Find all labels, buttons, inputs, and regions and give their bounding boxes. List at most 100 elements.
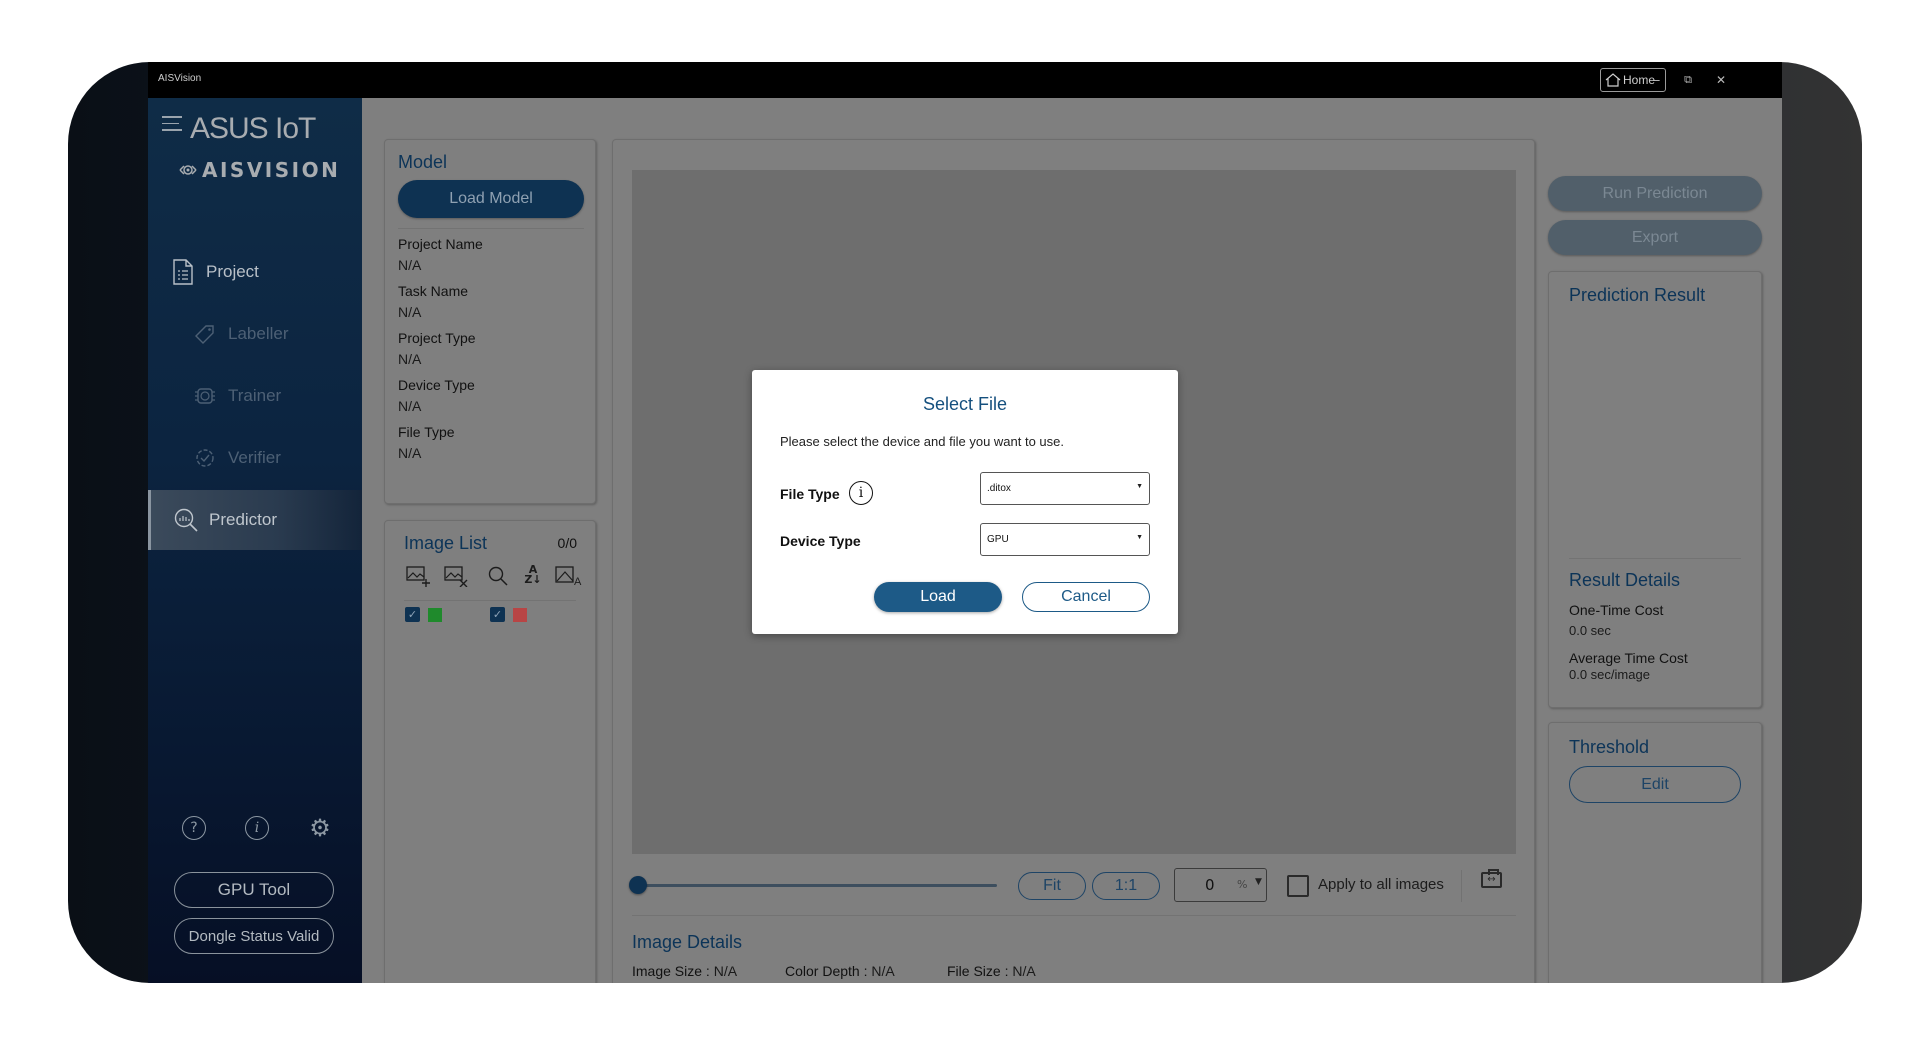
image-count: 0/0 (557, 535, 577, 551)
image-list-panel: Image List 0/0 A Z↓ A ✓ ✓ (384, 520, 596, 983)
threshold-panel: Threshold Edit (1548, 722, 1762, 983)
file-type-value: N/A (398, 445, 422, 461)
filter-checkbox-green[interactable]: ✓ (405, 607, 420, 622)
titlebar: AISVision Home – ⧉ ✕ (148, 62, 1782, 98)
sidebar-item-label: Project (206, 262, 259, 281)
sidebar-item-verifier[interactable]: Verifier (148, 428, 362, 488)
remove-image-icon[interactable] (443, 565, 469, 592)
sidebar-item-labeller[interactable]: Labeller (148, 304, 362, 364)
divider (632, 915, 1516, 916)
gear-check-icon (192, 445, 218, 471)
avg-time-cost-label: Average Time Cost (1569, 650, 1688, 666)
color-depth-label: Color Depth (785, 963, 860, 979)
device-type-select[interactable]: GPU ▼ (980, 523, 1150, 556)
image-label-icon[interactable]: A (555, 565, 582, 592)
device-type-label: Device Type (780, 533, 861, 549)
zoom-percent-select[interactable]: 0 % ▼ (1174, 868, 1267, 902)
zoom-value: 0 (1205, 876, 1215, 894)
export-button[interactable]: Export (1548, 220, 1762, 255)
apply-all-label: Apply to all images (1318, 876, 1444, 893)
load-model-button[interactable]: Load Model (398, 180, 584, 218)
red-swatch (513, 608, 527, 622)
project-name-label: Project Name (398, 236, 483, 252)
device-type-value: N/A (398, 398, 422, 414)
restore-icon: ⧉ (1684, 73, 1692, 86)
info-icon[interactable]: i (849, 481, 873, 505)
image-size-label: Image Size (632, 963, 703, 979)
file-size-detail: File Size : N/A (947, 963, 1036, 979)
close-button[interactable]: ✕ (1709, 68, 1733, 92)
app-title: AISVision (158, 73, 202, 84)
filter-checkbox-red[interactable]: ✓ (490, 607, 505, 622)
fit-button[interactable]: Fit (1018, 872, 1086, 900)
gpu-tool-button[interactable]: GPU Tool (174, 872, 334, 908)
sidebar-item-label: Predictor (209, 510, 278, 529)
fit-width-icon[interactable]: ↔ (1481, 869, 1502, 888)
zoom-unit: % (1237, 878, 1248, 891)
project-type-value: N/A (398, 351, 422, 367)
document-list-icon (170, 259, 196, 285)
one-time-cost-label: One-Time Cost (1569, 602, 1664, 618)
tag-icon (192, 321, 218, 347)
search-chart-icon (173, 507, 199, 533)
image-details-title: Image Details (632, 932, 743, 952)
svg-text:A: A (574, 576, 582, 587)
load-button[interactable]: Load (874, 582, 1002, 612)
task-name-value: N/A (398, 304, 422, 320)
chevron-down-icon: ▼ (1136, 534, 1143, 541)
search-icon[interactable] (485, 565, 511, 592)
restore-button[interactable]: ⧉ (1676, 68, 1700, 92)
select-file-dialog: Select File Please select the device and… (752, 370, 1178, 634)
dongle-status-button[interactable]: Dongle Status Valid (174, 918, 334, 954)
project-name-value: N/A (398, 257, 422, 273)
image-list-title: Image List (404, 533, 488, 553)
one-to-one-button[interactable]: 1:1 (1092, 872, 1160, 900)
dialog-description: Please select the device and file you wa… (780, 434, 1065, 449)
sidebar-item-predictor[interactable]: Predictor (148, 490, 362, 550)
divider (1461, 870, 1462, 902)
threshold-title: Threshold (1569, 737, 1650, 757)
one-time-cost-value: 0.0 sec (1569, 623, 1611, 638)
add-image-icon[interactable] (405, 565, 431, 592)
device-type-label: Device Type (398, 377, 475, 393)
color-depth-detail: Color Depth : N/A (785, 963, 895, 979)
run-prediction-button[interactable]: Run Prediction (1548, 176, 1762, 211)
info-icon[interactable]: i (245, 816, 269, 840)
avg-time-cost-value: 0.0 sec/image (1569, 667, 1650, 682)
divider (1569, 558, 1741, 559)
sort-az-icon[interactable]: A Z↓ (523, 564, 543, 592)
minimize-icon: – (1653, 72, 1661, 88)
prediction-result-title: Prediction Result (1569, 285, 1706, 305)
sidebar-item-project[interactable]: Project (148, 242, 362, 302)
zoom-slider-track[interactable] (637, 884, 997, 887)
project-type-label: Project Type (398, 330, 476, 346)
apply-all-checkbox[interactable] (1287, 875, 1309, 897)
sidebar-item-label: Trainer (228, 386, 282, 405)
hamburger-menu-icon[interactable] (162, 116, 182, 136)
divider (398, 228, 584, 229)
zoom-slider-handle[interactable] (629, 876, 647, 894)
aisvision-logo: AISVISION (178, 158, 340, 182)
sidebar: ASUS IoT AISVISION Project Labeller Trai… (148, 98, 362, 983)
dialog-title: Select File (922, 394, 1008, 414)
threshold-edit-button[interactable]: Edit (1569, 766, 1741, 803)
green-swatch (428, 608, 442, 622)
color-depth-value: N/A (871, 963, 895, 979)
prediction-result-panel: Prediction Result Result Details One-Tim… (1548, 271, 1762, 708)
minimize-button[interactable]: – (1645, 68, 1669, 92)
image-list-toolbar: A Z↓ A (405, 564, 582, 592)
sidebar-item-trainer[interactable]: Trainer (148, 366, 362, 426)
eye-logo-icon (179, 165, 197, 175)
asus-iot-logo: ASUS IoT (190, 112, 316, 145)
file-size-value: N/A (1012, 963, 1036, 979)
help-icon[interactable]: ? (182, 816, 206, 840)
result-details-title: Result Details (1569, 570, 1681, 590)
file-type-label: File Type (780, 486, 840, 502)
model-panel: Model Load Model Project Name N/A Task N… (384, 139, 596, 504)
file-type-select[interactable]: .ditox ▼ (980, 472, 1150, 505)
task-name-label: Task Name (398, 283, 469, 299)
cancel-button[interactable]: Cancel (1022, 582, 1150, 612)
sidebar-utility-icons: ? i ⚙ (182, 814, 332, 842)
settings-gear-icon[interactable]: ⚙ (308, 814, 332, 842)
sidebar-item-label: Verifier (228, 448, 281, 467)
